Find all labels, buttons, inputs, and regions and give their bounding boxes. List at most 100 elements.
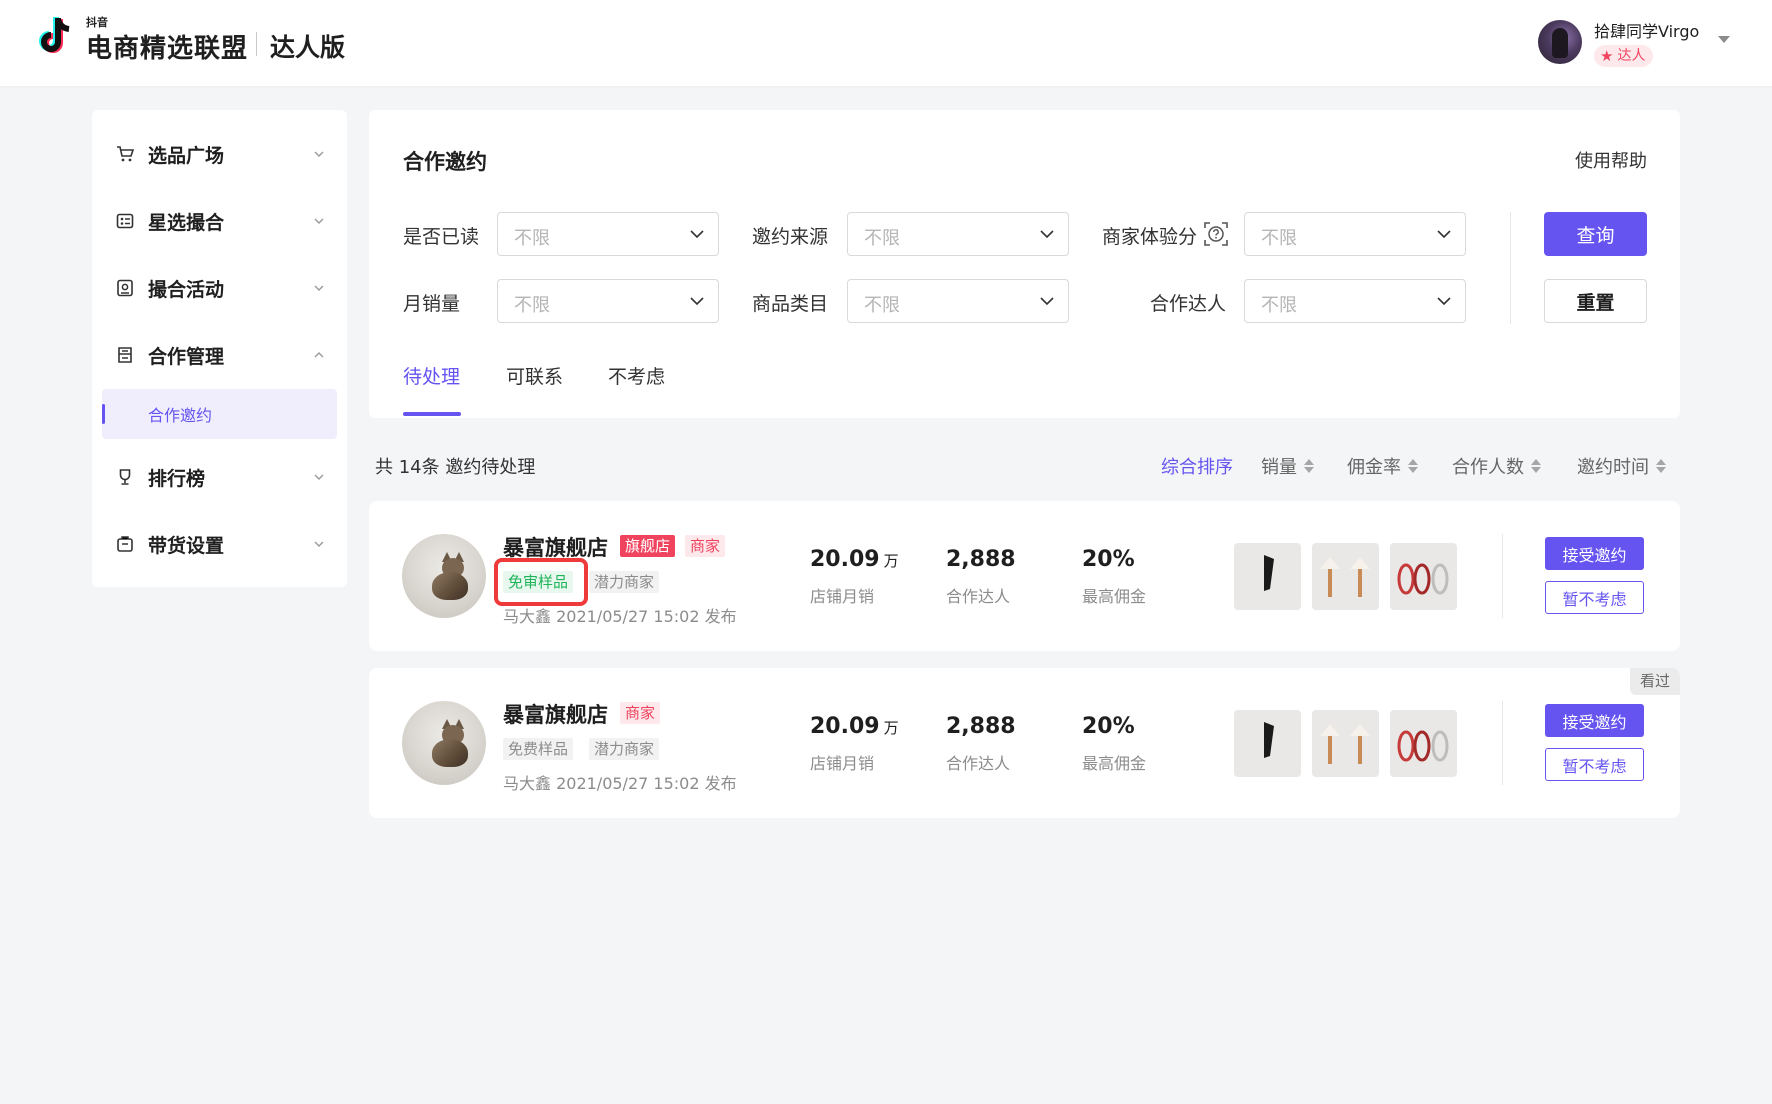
sort-invite-time[interactable]: 邀约时间 xyxy=(1577,453,1666,479)
sidebar-item-cooperation-management[interactable]: 合作管理 xyxy=(92,333,347,377)
filter-creator-select[interactable]: 不限 xyxy=(1244,279,1466,323)
seen-badge: 看过 xyxy=(1629,668,1680,695)
commission-value: 20% xyxy=(1082,714,1135,739)
sidebar-item-label: 星选撮合 xyxy=(148,211,225,234)
filter-read-label: 是否已读 xyxy=(403,226,480,248)
card-divider xyxy=(1502,534,1503,618)
chevron-down-icon xyxy=(314,541,324,547)
sort-comprehensive[interactable]: 综合排序 xyxy=(1161,453,1233,479)
filter-panel: 合作邀约 使用帮助 是否已读 不限 邀约来源 不限 商家体验分 不限 月销量 不… xyxy=(369,110,1680,418)
filter-category-label: 商品类目 xyxy=(752,293,829,315)
help-link[interactable]: 使用帮助 xyxy=(1575,147,1647,173)
filter-sales-label: 月销量 xyxy=(403,293,461,315)
product-thumbnail[interactable] xyxy=(1312,543,1379,610)
user-name[interactable]: 拾肆同学Virgo xyxy=(1594,18,1699,42)
user-menu-caret-icon[interactable] xyxy=(1718,36,1730,43)
sales-label: 店铺月销 xyxy=(810,587,875,606)
sidebar-subitem-cooperation-invite[interactable]: 合作邀约 xyxy=(102,389,337,439)
flagship-tag: 旗舰店 xyxy=(620,535,676,557)
sidebar-item-star-match[interactable]: 星选撮合 xyxy=(92,199,347,243)
chevron-up-icon xyxy=(314,352,324,358)
decline-invite-button[interactable]: 暂不考虑 xyxy=(1545,748,1644,781)
sort-creator-count[interactable]: 合作人数 xyxy=(1452,453,1541,479)
select-value: 不限 xyxy=(514,295,550,316)
creators-value: 2,888 xyxy=(946,714,1016,739)
commission-label: 最高佣金 xyxy=(1082,587,1147,606)
shop-name[interactable]: 暴富旗舰店 xyxy=(503,699,608,729)
sidebar-item-label: 选品广场 xyxy=(148,144,225,167)
tab-not-considered[interactable]: 不考虑 xyxy=(608,362,665,389)
highlight-box xyxy=(494,558,588,606)
active-tab-indicator xyxy=(403,412,461,416)
accept-invite-button[interactable]: 接受邀约 xyxy=(1545,537,1644,570)
product-thumbnail[interactable] xyxy=(1390,543,1457,610)
invitation-card[interactable]: 暴富旗舰店 旗舰店 商家 免审样品 潜力商家 马大鑫 2021/05/27 15… xyxy=(369,501,1680,651)
filter-creator-label: 合作达人 xyxy=(1150,293,1227,315)
sample-tag: 免费样品 xyxy=(503,738,574,760)
filter-score-select[interactable]: 不限 xyxy=(1244,212,1466,256)
sidebar-item-ranking[interactable]: 排行榜 xyxy=(92,455,347,499)
cart-icon xyxy=(116,145,134,163)
publish-meta: 马大鑫 2021/05/27 15:02 发布 xyxy=(503,774,737,793)
sales-value: 20.09 万 xyxy=(810,714,899,739)
sidebar-item-sales-settings[interactable]: 带货设置 xyxy=(92,522,347,566)
sort-label: 合作人数 xyxy=(1452,457,1524,478)
decline-invite-button[interactable]: 暂不考虑 xyxy=(1545,581,1644,614)
select-value: 不限 xyxy=(1261,295,1297,316)
sort-sales[interactable]: 销量 xyxy=(1261,453,1314,479)
sidebar-item-match-activity[interactable]: 撮合活动 xyxy=(92,266,347,310)
merchant-tag: 商家 xyxy=(685,535,726,557)
select-value: 不限 xyxy=(864,295,900,316)
product-thumbnail[interactable] xyxy=(1312,710,1379,777)
sidebar-item-product-plaza[interactable]: 选品广场 xyxy=(92,132,347,176)
sort-arrows-icon xyxy=(1408,459,1418,473)
user-role-label: 达人 xyxy=(1617,48,1646,64)
filter-category-select[interactable]: 不限 xyxy=(847,279,1069,323)
product-thumbnail[interactable] xyxy=(1234,710,1301,777)
filter-read-select[interactable]: 不限 xyxy=(497,212,719,256)
chevron-down-icon xyxy=(314,474,324,480)
product-thumbnail[interactable] xyxy=(1234,543,1301,610)
settings-icon xyxy=(116,535,134,553)
invitation-card[interactable]: 暴富旗舰店 商家 免费样品 潜力商家 马大鑫 2021/05/27 15:02 … xyxy=(369,668,1680,818)
product-thumbnail[interactable] xyxy=(1390,710,1457,777)
help-question-icon[interactable] xyxy=(1203,221,1229,247)
creators-label: 合作达人 xyxy=(946,754,1011,773)
result-count: 共 14条 邀约待处理 xyxy=(375,457,536,478)
sort-commission-rate[interactable]: 佣金率 xyxy=(1347,453,1418,479)
tab-pending[interactable]: 待处理 xyxy=(403,362,460,389)
sidebar-item-label: 撮合活动 xyxy=(148,278,225,301)
user-avatar[interactable] xyxy=(1538,20,1582,64)
active-indicator xyxy=(102,404,105,424)
page-title: 合作邀约 xyxy=(403,150,487,174)
sort-label: 佣金率 xyxy=(1347,457,1401,478)
filter-source-label: 邀约来源 xyxy=(752,226,829,248)
sort-label: 邀约时间 xyxy=(1577,457,1649,478)
publish-meta: 马大鑫 2021/05/27 15:02 发布 xyxy=(503,607,737,626)
sort-label: 销量 xyxy=(1261,457,1297,478)
top-header: 抖音 电商精选联盟 达人版 拾肆同学Virgo ★ 达人 xyxy=(0,0,1772,86)
filter-divider xyxy=(1510,212,1511,324)
commission-value: 20% xyxy=(1082,547,1135,572)
chevron-down-icon xyxy=(314,218,324,224)
brand-title[interactable]: 电商精选联盟 xyxy=(86,28,248,65)
brand-divider xyxy=(256,32,257,56)
shop-avatar[interactable] xyxy=(402,701,486,785)
chevron-down-icon xyxy=(1040,297,1054,306)
chevron-down-icon xyxy=(314,285,324,291)
chevron-down-icon xyxy=(690,297,704,306)
sidebar-item-label: 合作管理 xyxy=(148,345,225,368)
douyin-logo-icon[interactable] xyxy=(36,14,80,60)
filter-source-select[interactable]: 不限 xyxy=(847,212,1069,256)
merchant-tag: 商家 xyxy=(620,702,661,724)
reset-button[interactable]: 重置 xyxy=(1544,279,1647,323)
filter-sales-select[interactable]: 不限 xyxy=(497,279,719,323)
accept-invite-button[interactable]: 接受邀约 xyxy=(1545,704,1644,737)
tab-contactable[interactable]: 可联系 xyxy=(506,362,563,389)
select-value: 不限 xyxy=(1261,228,1297,249)
shop-avatar[interactable] xyxy=(402,534,486,618)
filter-score-label: 商家体验分 xyxy=(1102,226,1198,248)
sidebar-item-label: 排行榜 xyxy=(148,467,206,490)
select-value: 不限 xyxy=(514,228,550,249)
query-button[interactable]: 查询 xyxy=(1544,212,1647,256)
